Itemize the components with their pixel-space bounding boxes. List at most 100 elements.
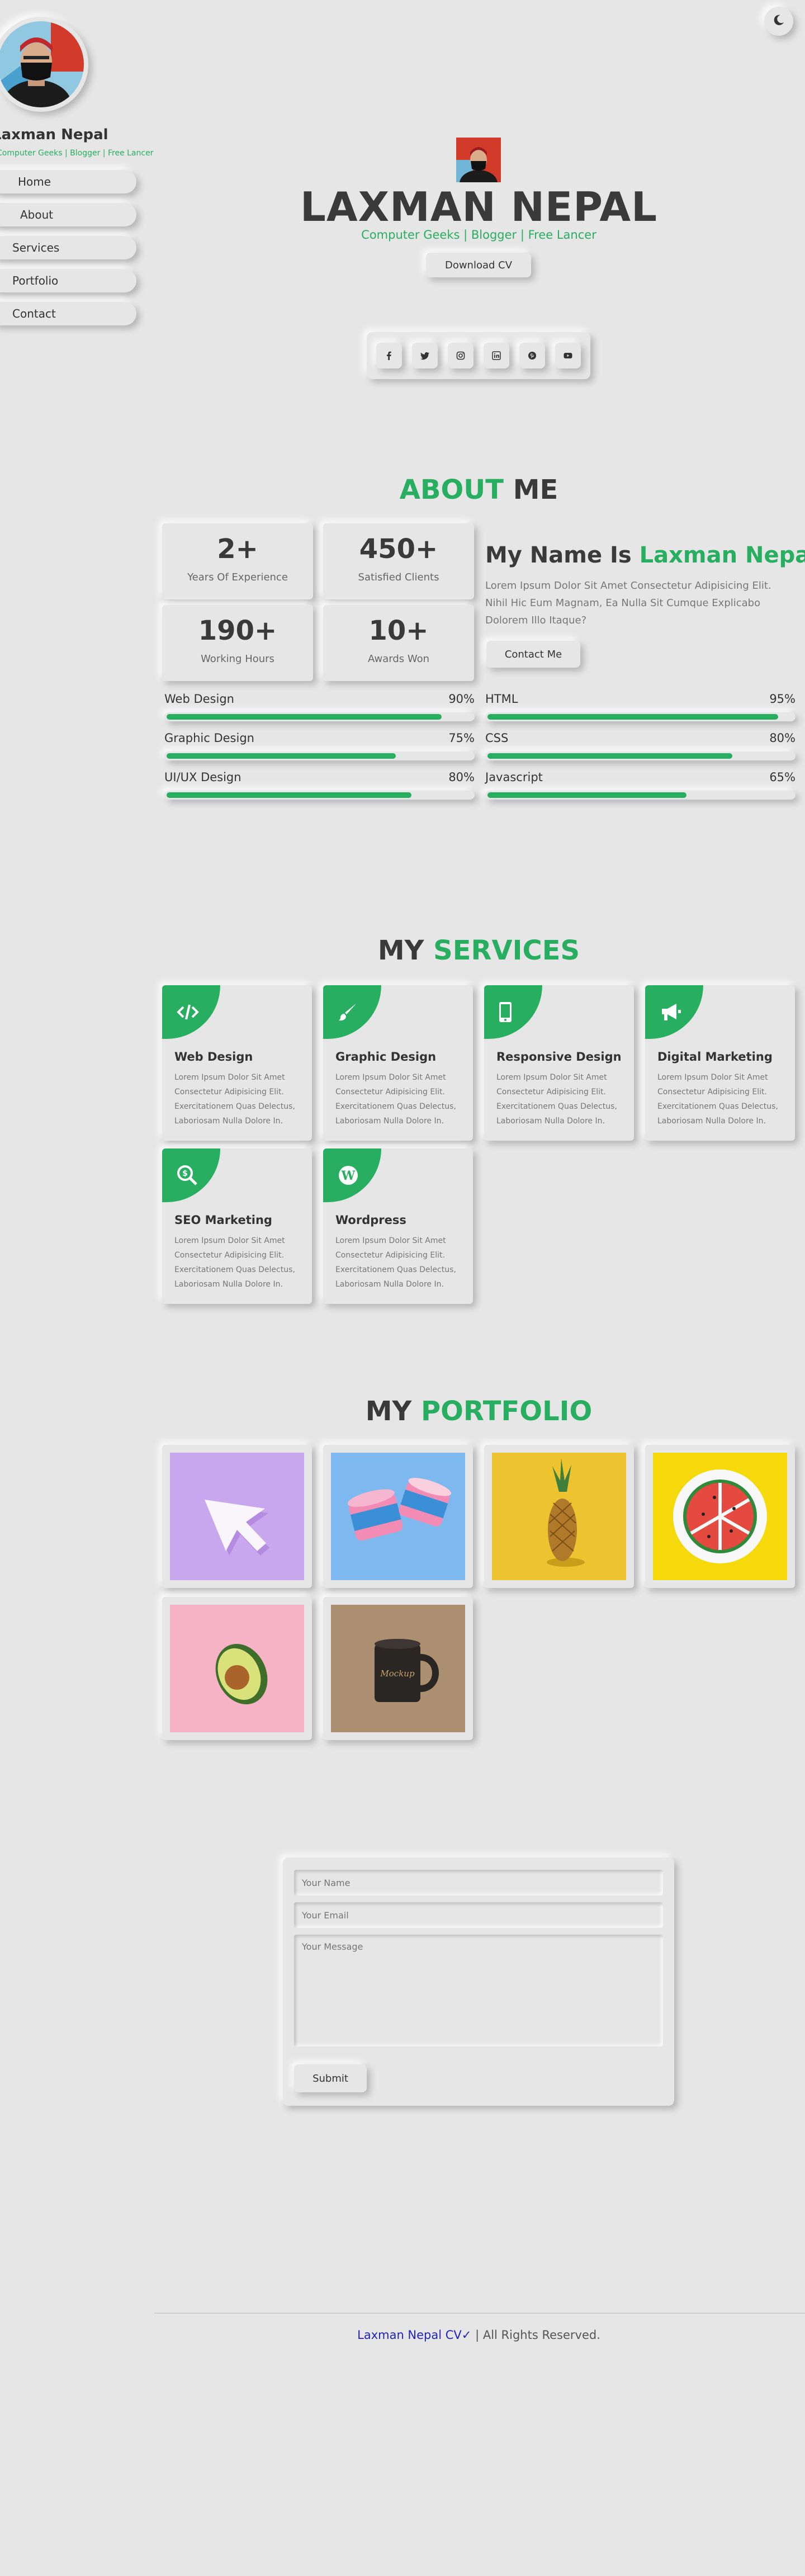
stat-label: Satisfied Clients (358, 571, 439, 583)
theme-toggle-button[interactable] (764, 7, 793, 36)
skill-track (164, 751, 475, 760)
avatar (0, 17, 88, 112)
download-cv-button[interactable]: Download CV (426, 253, 531, 277)
mobile-icon (484, 985, 542, 1039)
avocado-image (170, 1605, 304, 1732)
service-card-responsive-design[interactable]: Responsive Design Lorem Ipsum Dolor Sit … (484, 985, 634, 1141)
skill-track (485, 791, 795, 800)
service-desc: Lorem Ipsum Dolor Sit Amet Consectetur A… (335, 1073, 456, 1126)
service-title: SEO Marketing (174, 1213, 272, 1227)
social-links (367, 332, 590, 379)
skill-uiux-design: UI/UX Design 80% (164, 771, 475, 800)
service-desc: Lorem Ipsum Dolor Sit Amet Consectetur A… (174, 1073, 295, 1126)
skill-track (164, 791, 475, 800)
footer-link[interactable]: Laxman Nepal CV✓ (357, 2328, 471, 2342)
sidebar-tagline: Computer Geeks | Blogger | Free Lancer (0, 149, 154, 158)
stat-value: 2+ (217, 533, 258, 565)
service-desc: Lorem Ipsum Dolor Sit Amet Consectetur A… (335, 1236, 456, 1289)
portfolio-item-ice-cream[interactable] (323, 1445, 473, 1588)
pineapple-image (492, 1453, 626, 1580)
stat-value: 190+ (198, 615, 277, 646)
service-card-wordpress[interactable]: W Wordpress Lorem Ipsum Dolor Sit Amet C… (323, 1148, 473, 1304)
skill-name: HTML (485, 692, 518, 706)
service-title: Responsive Design (496, 1050, 622, 1064)
stat-experience: 2+ Years Of Experience (162, 523, 313, 599)
skill-track (164, 712, 475, 721)
skill-percent: 65% (769, 771, 795, 784)
stat-clients: 450+ Satisfied Clients (323, 523, 474, 599)
service-desc: Lorem Ipsum Dolor Sit Amet Consectetur A… (657, 1073, 778, 1126)
search-dollar-icon: $ (162, 1148, 220, 1202)
submit-button[interactable]: Submit (294, 2064, 367, 2092)
stat-awards: 10+ Awards Won (323, 605, 474, 681)
stat-value: 10+ (368, 615, 429, 646)
nav-portfolio[interactable]: Portfolio (0, 269, 136, 292)
portfolio-item-avocado[interactable] (162, 1597, 312, 1740)
portfolio-item-mug[interactable]: Mockup (323, 1597, 473, 1740)
portfolio-title-accent: PORTFOLIO (420, 1396, 593, 1427)
hero-tagline: Computer Geeks | Blogger | Free Lancer (361, 228, 596, 242)
service-title: Web Design (174, 1050, 253, 1064)
nav-contact[interactable]: Contact (0, 302, 136, 325)
twitter-icon[interactable] (412, 343, 438, 368)
portfolio-item-pineapple[interactable] (484, 1445, 634, 1588)
skill-fill (167, 753, 396, 759)
youtube-icon[interactable] (555, 343, 581, 368)
skill-fill (167, 714, 442, 720)
skill-percent: 75% (448, 731, 475, 745)
watermelon-image (653, 1453, 787, 1580)
service-title: Wordpress (335, 1213, 406, 1227)
skill-name: Graphic Design (164, 731, 254, 745)
services-title-rest: MY (377, 935, 424, 966)
stat-hours: 190+ Working Hours (162, 605, 313, 681)
code-icon (162, 985, 220, 1039)
skill-css: CSS 80% (485, 731, 795, 760)
contact-form: Submit (283, 1857, 674, 2106)
skill-html: HTML 95% (485, 692, 795, 721)
skill-percent: 90% (448, 692, 475, 706)
wordpress-icon: W (323, 1148, 381, 1202)
skill-graphic-design: Graphic Design 75% (164, 731, 475, 760)
svg-text:W: W (341, 1169, 356, 1183)
service-card-seo-marketing[interactable]: $ SEO Marketing Lorem Ipsum Dolor Sit Am… (162, 1148, 312, 1304)
service-title: Graphic Design (335, 1050, 437, 1064)
footer: Laxman Nepal CV✓ | All Rights Reserved. (0, 2328, 805, 2342)
skill-fill (487, 714, 778, 720)
linkedin-icon[interactable] (484, 343, 509, 368)
brush-icon (323, 985, 381, 1039)
service-card-web-design[interactable]: Web Design Lorem Ipsum Dolor Sit Amet Co… (162, 985, 312, 1141)
service-card-graphic-design[interactable]: Graphic Design Lorem Ipsum Dolor Sit Ame… (323, 985, 473, 1141)
portfolio-title: MY PORTFOLIO (0, 1396, 805, 1427)
portfolio-item-watermelon[interactable] (645, 1445, 795, 1588)
name-field[interactable] (294, 1870, 663, 1896)
message-field[interactable] (294, 1935, 663, 2046)
stat-label: Years Of Experience (187, 571, 288, 583)
contact-me-button[interactable]: Contact Me (486, 641, 580, 668)
sidebar-name: Laxman Nepal (0, 126, 108, 143)
hero-photo (456, 138, 501, 182)
service-title: Digital Marketing (657, 1050, 773, 1064)
service-card-digital-marketing[interactable]: Digital Marketing Lorem Ipsum Dolor Sit … (645, 985, 795, 1141)
facebook-icon[interactable] (376, 343, 402, 368)
skill-track (485, 751, 795, 760)
footer-divider (154, 2313, 805, 2314)
about-text: Lorem Ipsum Dolor Sit Amet Consectetur A… (485, 580, 771, 626)
profile-photo (0, 21, 84, 107)
moon-icon (773, 14, 785, 29)
service-desc: Lorem Ipsum Dolor Sit Amet Consectetur A… (174, 1236, 295, 1289)
services-title-accent: SERVICES (433, 935, 580, 966)
services-title: MY SERVICES (0, 935, 805, 966)
sidebar: Laxman Nepal Computer Geeks | Blogger | … (0, 0, 153, 347)
instagram-icon[interactable] (448, 343, 473, 368)
stat-value: 450+ (359, 533, 438, 565)
email-field[interactable] (294, 1902, 663, 1928)
pinterest-icon[interactable] (519, 343, 545, 368)
service-desc: Lorem Ipsum Dolor Sit Amet Consectetur A… (496, 1073, 617, 1126)
mug-image: Mockup (331, 1605, 465, 1732)
about-title-rest: ME (513, 474, 558, 505)
skill-name: Web Design (164, 692, 234, 706)
cursor-image (170, 1453, 304, 1580)
svg-text:Mockup: Mockup (380, 1669, 415, 1679)
portfolio-item-cursor[interactable] (162, 1445, 312, 1588)
skill-percent: 80% (448, 771, 475, 784)
